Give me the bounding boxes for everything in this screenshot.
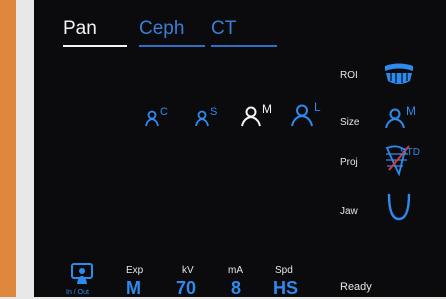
patient-icon <box>241 106 261 127</box>
status-text: Ready <box>340 281 372 293</box>
size-option-m[interactable]: M <box>241 102 272 128</box>
size-indicator[interactable]: M <box>385 104 416 130</box>
size-letter: M <box>262 102 272 116</box>
kv-value[interactable]: 70 <box>176 278 196 299</box>
tab-ct-label: CT <box>211 18 237 39</box>
size-indicator-value: M <box>406 104 416 118</box>
roi-selector[interactable] <box>383 62 415 93</box>
roi-label: ROI <box>340 70 358 81</box>
in-out-button[interactable] <box>70 262 94 291</box>
size-letter: C <box>160 106 168 118</box>
tab-ceph[interactable]: Ceph <box>139 18 205 47</box>
size-letter: S <box>210 106 218 118</box>
ma-label: mA <box>228 265 243 276</box>
patient-icon <box>145 110 159 127</box>
tab-pan-label: Pan <box>63 18 97 39</box>
tab-ceph-underline <box>139 45 205 47</box>
tab-ct-underline <box>211 45 277 47</box>
tab-pan[interactable]: Pan <box>63 18 127 47</box>
size-option-l[interactable]: L <box>291 100 321 128</box>
xray-console-screen: Pan Ceph CT C S M L ROI Size M Proj STD … <box>34 0 446 299</box>
spd-value[interactable]: HS <box>273 278 298 299</box>
projection-selector[interactable]: STD <box>383 144 435 176</box>
size-letter: L <box>314 100 321 114</box>
kv-label: kV <box>182 265 194 276</box>
projection-value: STD <box>400 147 420 158</box>
jaw-arch-icon <box>387 193 411 221</box>
proj-label: Proj <box>340 157 358 168</box>
device-bezel-stripe <box>0 0 16 297</box>
dental-arch-roi-icon <box>385 63 413 84</box>
jaw-label: Jaw <box>340 206 358 217</box>
patient-icon <box>195 110 209 127</box>
tab-ct[interactable]: CT <box>211 18 277 47</box>
size-option-c[interactable]: C <box>145 106 168 128</box>
exp-value[interactable]: M <box>126 278 141 299</box>
tab-pan-underline <box>63 45 127 47</box>
size-option-s[interactable]: S <box>195 106 217 128</box>
spd-label: Spd <box>275 265 293 276</box>
patient-icon <box>385 108 405 129</box>
tab-ceph-label: Ceph <box>139 18 185 39</box>
ma-value[interactable]: 8 <box>231 278 241 299</box>
jaw-selector[interactable] <box>386 192 412 227</box>
in-out-label: In / Out <box>66 289 89 296</box>
size-label: Size <box>340 117 360 128</box>
exp-label: Exp <box>126 265 144 276</box>
patient-positioning-icon <box>71 263 93 284</box>
patient-icon <box>291 104 313 127</box>
